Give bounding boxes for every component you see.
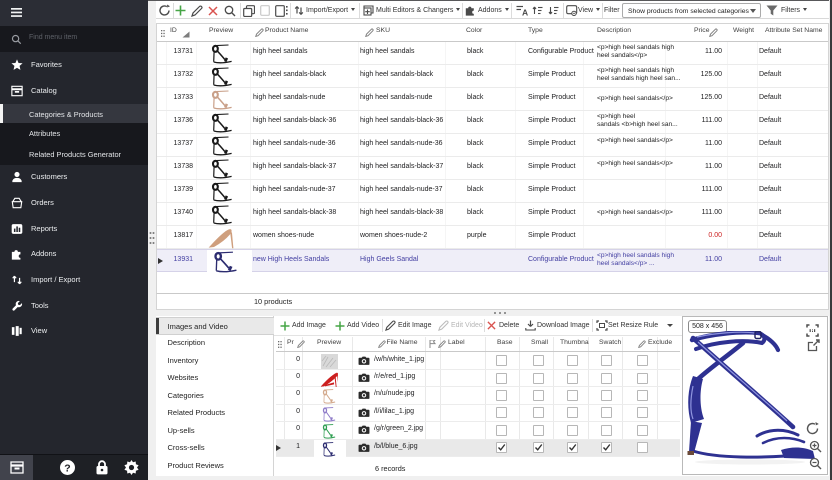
svg-text:?: ? <box>64 462 70 474</box>
svg-text:A: A <box>522 8 528 17</box>
